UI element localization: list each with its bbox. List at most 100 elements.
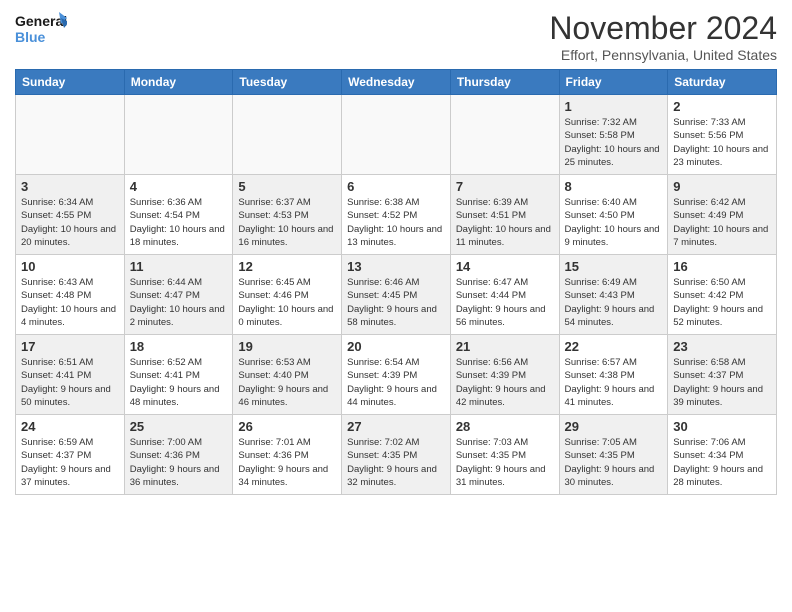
day-info: Sunrise: 7:06 AM Sunset: 4:34 PM Dayligh… <box>673 436 771 489</box>
day-info: Sunrise: 7:05 AM Sunset: 4:35 PM Dayligh… <box>565 436 663 489</box>
calendar-cell: 3 Sunrise: 6:34 AM Sunset: 4:55 PM Daylig… <box>16 175 125 255</box>
day-number: 5 <box>238 179 336 194</box>
calendar-cell: 22 Sunrise: 6:57 AM Sunset: 4:38 PM Dayli… <box>559 335 668 415</box>
calendar-cell: 19Sunrise: 6:53 AM Sunset: 4:40 PM Dayli… <box>233 335 342 415</box>
calendar-cell: 23 Sunrise: 6:58 AM Sunset: 4:37 PM Dayli… <box>668 335 777 415</box>
day-number: 12 <box>238 259 336 274</box>
calendar-week-3: 10 Sunrise: 6:43 AM Sunset: 4:48 PM Dayli… <box>16 255 777 335</box>
logo-svg: General Blue <box>15 10 67 52</box>
calendar-week-5: 24Sunrise: 6:59 AM Sunset: 4:37 PM Dayli… <box>16 415 777 495</box>
day-info: Sunrise: 6:40 AM Sunset: 4:50 PM Dayligh… <box>565 196 663 249</box>
calendar-cell: 29 Sunrise: 7:05 AM Sunset: 4:35 PM Dayli… <box>559 415 668 495</box>
calendar-week-2: 3 Sunrise: 6:34 AM Sunset: 4:55 PM Daylig… <box>16 175 777 255</box>
header-monday: Monday <box>124 70 233 95</box>
calendar-table: Sunday Monday Tuesday Wednesday Thursday… <box>15 69 777 495</box>
calendar-cell: 8 Sunrise: 6:40 AM Sunset: 4:50 PM Daylig… <box>559 175 668 255</box>
day-info: Sunrise: 6:36 AM Sunset: 4:54 PM Dayligh… <box>130 196 228 249</box>
day-number: 9 <box>673 179 771 194</box>
calendar-cell: 12 Sunrise: 6:45 AM Sunset: 4:46 PM Dayli… <box>233 255 342 335</box>
day-number: 30 <box>673 419 771 434</box>
day-number: 10 <box>21 259 119 274</box>
day-number: 17 <box>21 339 119 354</box>
page-container: General Blue November 2024 Effort, Penns… <box>0 0 792 505</box>
day-number: 13 <box>347 259 445 274</box>
day-number: 1 <box>565 99 663 114</box>
logo: General Blue <box>15 10 67 52</box>
calendar-cell: 28Sunrise: 7:03 AM Sunset: 4:35 PM Dayli… <box>450 415 559 495</box>
day-number: 8 <box>565 179 663 194</box>
calendar-cell: 13 Sunrise: 6:46 AM Sunset: 4:45 PM Dayli… <box>342 255 451 335</box>
header-saturday: Saturday <box>668 70 777 95</box>
header-wednesday: Wednesday <box>342 70 451 95</box>
day-info: Sunrise: 6:58 AM Sunset: 4:37 PM Dayligh… <box>673 356 771 409</box>
day-info: Sunrise: 6:47 AM Sunset: 4:44 PM Dayligh… <box>456 276 554 329</box>
calendar-cell <box>124 95 233 175</box>
day-info: Sunrise: 6:46 AM Sunset: 4:45 PM Dayligh… <box>347 276 445 329</box>
calendar-cell: 11 Sunrise: 6:44 AM Sunset: 4:47 PM Dayli… <box>124 255 233 335</box>
calendar-cell: 7 Sunrise: 6:39 AM Sunset: 4:51 PM Daylig… <box>450 175 559 255</box>
day-info: Sunrise: 6:44 AM Sunset: 4:47 PM Dayligh… <box>130 276 228 329</box>
header: General Blue November 2024 Effort, Penns… <box>15 10 777 63</box>
day-number: 15 <box>565 259 663 274</box>
calendar-cell: 21 Sunrise: 6:56 AM Sunset: 4:39 PM Dayli… <box>450 335 559 415</box>
calendar-cell: 16Sunrise: 6:50 AM Sunset: 4:42 PM Dayli… <box>668 255 777 335</box>
day-info: Sunrise: 7:33 AM Sunset: 5:56 PM Dayligh… <box>673 116 771 169</box>
header-tuesday: Tuesday <box>233 70 342 95</box>
day-number: 3 <box>21 179 119 194</box>
day-info: Sunrise: 6:39 AM Sunset: 4:51 PM Dayligh… <box>456 196 554 249</box>
calendar-cell: 1 Sunrise: 7:32 AM Sunset: 5:58 PM Daylig… <box>559 95 668 175</box>
day-info: Sunrise: 6:54 AM Sunset: 4:39 PM Dayligh… <box>347 356 445 409</box>
day-number: 7 <box>456 179 554 194</box>
day-number: 14 <box>456 259 554 274</box>
day-info: Sunrise: 6:57 AM Sunset: 4:38 PM Dayligh… <box>565 356 663 409</box>
svg-text:Blue: Blue <box>15 29 46 45</box>
header-sunday: Sunday <box>16 70 125 95</box>
day-number: 4 <box>130 179 228 194</box>
calendar-cell: 17Sunrise: 6:51 AM Sunset: 4:41 PM Dayli… <box>16 335 125 415</box>
location: Effort, Pennsylvania, United States <box>549 47 777 63</box>
day-number: 11 <box>130 259 228 274</box>
day-info: Sunrise: 6:56 AM Sunset: 4:39 PM Dayligh… <box>456 356 554 409</box>
day-info: Sunrise: 6:43 AM Sunset: 4:48 PM Dayligh… <box>21 276 119 329</box>
day-number: 22 <box>565 339 663 354</box>
calendar-cell: 2 Sunrise: 7:33 AM Sunset: 5:56 PM Daylig… <box>668 95 777 175</box>
day-number: 29 <box>565 419 663 434</box>
day-info: Sunrise: 6:34 AM Sunset: 4:55 PM Dayligh… <box>21 196 119 249</box>
calendar-cell: 10 Sunrise: 6:43 AM Sunset: 4:48 PM Dayli… <box>16 255 125 335</box>
day-info: Sunrise: 6:45 AM Sunset: 4:46 PM Dayligh… <box>238 276 336 329</box>
calendar-cell: 24Sunrise: 6:59 AM Sunset: 4:37 PM Dayli… <box>16 415 125 495</box>
day-info: Sunrise: 6:38 AM Sunset: 4:52 PM Dayligh… <box>347 196 445 249</box>
calendar-week-4: 17Sunrise: 6:51 AM Sunset: 4:41 PM Dayli… <box>16 335 777 415</box>
day-number: 2 <box>673 99 771 114</box>
svg-text:General: General <box>15 13 67 29</box>
calendar-cell <box>233 95 342 175</box>
day-number: 18 <box>130 339 228 354</box>
calendar-cell: 27Sunrise: 7:02 AM Sunset: 4:35 PM Dayli… <box>342 415 451 495</box>
day-number: 28 <box>456 419 554 434</box>
header-friday: Friday <box>559 70 668 95</box>
calendar-cell: 6Sunrise: 6:38 AM Sunset: 4:52 PM Daylig… <box>342 175 451 255</box>
day-info: Sunrise: 7:02 AM Sunset: 4:35 PM Dayligh… <box>347 436 445 489</box>
calendar-cell: 15 Sunrise: 6:49 AM Sunset: 4:43 PM Dayli… <box>559 255 668 335</box>
calendar-cell: 5 Sunrise: 6:37 AM Sunset: 4:53 PM Daylig… <box>233 175 342 255</box>
day-number: 24 <box>21 419 119 434</box>
calendar-cell: 4 Sunrise: 6:36 AM Sunset: 4:54 PM Daylig… <box>124 175 233 255</box>
day-info: Sunrise: 6:49 AM Sunset: 4:43 PM Dayligh… <box>565 276 663 329</box>
day-number: 25 <box>130 419 228 434</box>
day-info: Sunrise: 7:32 AM Sunset: 5:58 PM Dayligh… <box>565 116 663 169</box>
day-info: Sunrise: 6:52 AM Sunset: 4:41 PM Dayligh… <box>130 356 228 409</box>
day-number: 21 <box>456 339 554 354</box>
day-number: 26 <box>238 419 336 434</box>
day-info: Sunrise: 6:42 AM Sunset: 4:49 PM Dayligh… <box>673 196 771 249</box>
day-info: Sunrise: 7:00 AM Sunset: 4:36 PM Dayligh… <box>130 436 228 489</box>
calendar-cell: 25 Sunrise: 7:00 AM Sunset: 4:36 PM Dayli… <box>124 415 233 495</box>
header-thursday: Thursday <box>450 70 559 95</box>
calendar-cell <box>342 95 451 175</box>
calendar-cell: 9 Sunrise: 6:42 AM Sunset: 4:49 PM Daylig… <box>668 175 777 255</box>
day-number: 23 <box>673 339 771 354</box>
calendar-week-1: 1 Sunrise: 7:32 AM Sunset: 5:58 PM Daylig… <box>16 95 777 175</box>
calendar-cell: 20Sunrise: 6:54 AM Sunset: 4:39 PM Dayli… <box>342 335 451 415</box>
day-info: Sunrise: 6:53 AM Sunset: 4:40 PM Dayligh… <box>238 356 336 409</box>
calendar-cell <box>16 95 125 175</box>
day-info: Sunrise: 6:37 AM Sunset: 4:53 PM Dayligh… <box>238 196 336 249</box>
